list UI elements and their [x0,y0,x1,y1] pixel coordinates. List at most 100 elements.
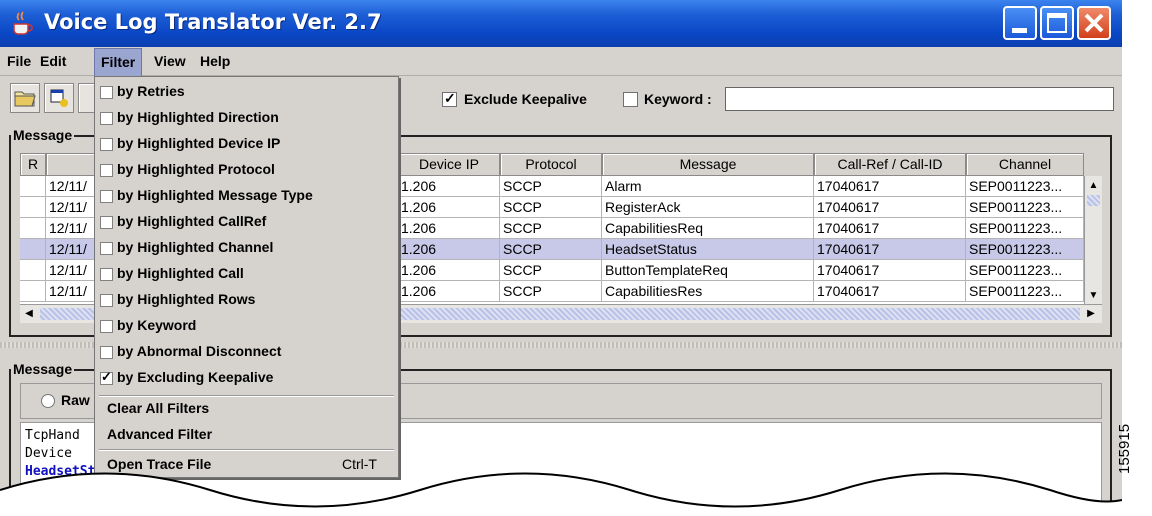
maximize-icon [1047,13,1067,33]
column-header-date[interactable] [46,153,96,176]
filter-item-checkbox [100,216,113,229]
menu-view[interactable]: View [154,53,186,69]
cell-device-ip: 1.206 [398,176,500,197]
cell-device-ip: 1.206 [398,281,500,302]
filter-menu-item[interactable]: by Highlighted Call [117,265,244,281]
filter-item-checkbox [100,294,113,307]
filter-menu-item[interactable]: by Retries [117,83,185,99]
cell-channel: SEP0011223... [966,218,1084,239]
column-header-callref[interactable]: Call-Ref / Call-ID [814,153,966,176]
cell-message: HeadsetStatus [602,239,814,260]
filter-menu-item[interactable]: by Highlighted Rows [117,291,255,307]
cell-message: Alarm [602,176,814,197]
cell-device-ip: 1.206 [398,197,500,218]
close-icon [1084,13,1104,33]
filter-item-checkbox [100,86,113,99]
filter-menu-item[interactable]: by Keyword [117,317,196,333]
cell-r [20,176,46,197]
title-bar[interactable]: Voice Log Translator Ver. 2.7 [0,0,1122,47]
scroll-thumb[interactable] [1087,195,1100,206]
filter-menu-item[interactable]: by Excluding Keepalive [117,369,273,385]
filter-menu-item[interactable]: by Highlighted CallRef [117,213,266,229]
keyword-input[interactable] [725,87,1114,111]
cell-channel: SEP0011223... [966,176,1084,197]
cell-callref: 17040617 [814,239,966,260]
keyword-checkbox[interactable] [623,92,638,107]
cell-channel: SEP0011223... [966,281,1084,302]
column-header-message[interactable]: Message [602,153,814,176]
new-window-button[interactable] [44,83,74,113]
filter-item-checkbox [100,346,113,359]
java-cup-icon [13,11,33,35]
filter-item-checkbox [100,320,113,333]
add-window-icon [50,89,68,107]
cell-message: ButtonTemplateReq [602,260,814,281]
close-button[interactable] [1077,6,1111,40]
filter-item-checkbox [100,190,113,203]
cell-r [20,218,46,239]
column-header-device-ip[interactable]: Device IP [398,153,500,176]
minimize-icon [1012,28,1027,33]
cell-protocol: SCCP [500,176,602,197]
cell-device-ip: 1.206 [398,239,500,260]
open-file-button[interactable] [10,83,40,113]
raw-radio[interactable] [41,394,55,408]
cell-channel: SEP0011223... [966,260,1084,281]
cell-callref: 17040617 [814,281,966,302]
torn-edge [0,472,1122,516]
cell-callref: 17040617 [814,260,966,281]
menu-help[interactable]: Help [200,53,230,69]
filter-item-checkbox [100,268,113,281]
message-list-title: Message [11,127,75,143]
maximize-button[interactable] [1040,6,1074,40]
scroll-right-icon[interactable]: ▶ [1084,307,1098,321]
filter-item-checkbox [100,138,113,151]
vertical-scrollbar[interactable]: ▲ ▼ [1084,176,1102,304]
cell-callref: 17040617 [814,197,966,218]
exclude-keepalive-checkbox[interactable] [442,90,457,107]
clear-all-filters-item[interactable]: Clear All Filters [107,400,209,416]
cell-channel: SEP0011223... [966,197,1084,218]
cell-protocol: SCCP [500,218,602,239]
message-detail-title: Message [11,361,75,377]
filter-item-checkbox [100,112,113,125]
filter-menu-item[interactable]: by Highlighted Message Type [117,187,313,203]
window-title: Voice Log Translator Ver. 2.7 [44,10,382,34]
scroll-down-icon[interactable]: ▼ [1086,288,1101,303]
cell-r [20,281,46,302]
exclude-keepalive-label: Exclude Keepalive [464,91,587,107]
filter-menu-item[interactable]: by Highlighted Direction [117,109,279,125]
open-folder-icon [14,91,36,107]
scroll-left-icon[interactable]: ◀ [22,307,36,321]
cell-message: RegisterAck [602,197,814,218]
filter-menu-item[interactable]: by Abnormal Disconnect [117,343,281,359]
cell-protocol: SCCP [500,281,602,302]
scroll-up-icon[interactable]: ▲ [1086,178,1101,193]
column-header-r[interactable]: R [20,153,46,176]
minimize-button[interactable] [1003,6,1037,40]
column-header-protocol[interactable]: Protocol [500,153,602,176]
raw-label: Raw [61,392,90,408]
column-header-channel[interactable]: Channel [966,153,1084,176]
filter-menu-item[interactable]: by Highlighted Protocol [117,161,275,177]
filter-item-checkbox [100,164,113,177]
filter-menu-item[interactable]: by Highlighted Channel [117,239,273,255]
menu-bar: File Edit Filter View Help [0,47,1122,76]
cell-message: CapabilitiesRes [602,281,814,302]
cell-r [20,239,46,260]
cell-protocol: SCCP [500,197,602,218]
menu-edit[interactable]: Edit [40,53,66,69]
menu-separator [99,395,394,397]
cell-r [20,260,46,281]
cell-protocol: SCCP [500,239,602,260]
filter-menu: by Retries by Highlighted Direction by Hig… [94,76,399,478]
menu-file[interactable]: File [7,53,31,69]
cell-callref: 17040617 [814,176,966,197]
menu-filter[interactable]: Filter [94,48,143,76]
filter-menu-item[interactable]: by Highlighted Device IP [117,135,280,151]
app-window: Voice Log Translator Ver. 2.7 File Edit … [0,0,1122,516]
keyword-label: Keyword : [644,91,712,107]
cell-callref: 17040617 [814,218,966,239]
filter-item-checkbox [100,369,113,385]
cell-protocol: SCCP [500,260,602,281]
